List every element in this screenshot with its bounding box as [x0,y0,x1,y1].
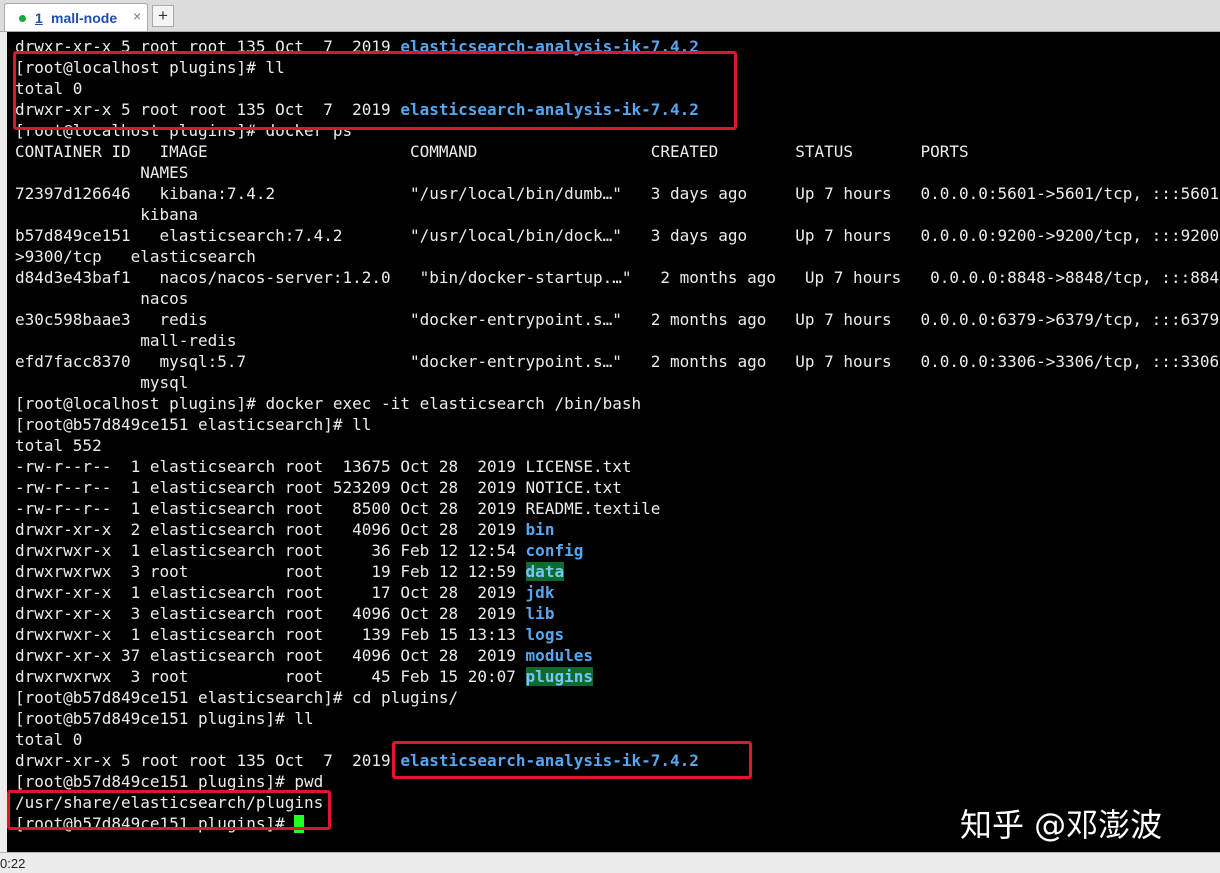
terminal-line: drwxr-xr-x 2 elasticsearch root 4096 Oct… [15,519,1220,540]
terminal-text: drwxrwxr-x 1 elasticsearch root 36 Feb 1… [15,541,526,560]
terminal-text: e30c598baae3 redis "docker-entrypoint.s…… [15,310,1220,329]
terminal-line: nacos [15,288,1220,309]
terminal-text: -rw-r--r-- 1 elasticsearch root 13675 Oc… [15,457,632,476]
watermark: 知乎 @邓澎波 [960,806,1163,844]
terminal-line: drwxr-xr-x 37 elasticsearch root 4096 Oc… [15,645,1220,666]
terminal-line: e30c598baae3 redis "docker-entrypoint.s…… [15,309,1220,330]
terminal-line: CONTAINER ID IMAGE COMMAND CREATED STATU… [15,141,1220,162]
terminal-line: -rw-r--r-- 1 elasticsearch root 8500 Oct… [15,498,1220,519]
terminal-line: >9300/tcp elasticsearch [15,246,1220,267]
tab-mall-node[interactable]: 1 mall-node × [4,3,148,31]
terminal-text: [root@b57d849ce151 elasticsearch]# cd pl… [15,688,459,707]
terminal-line: [root@b57d849ce151 elasticsearch]# cd pl… [15,687,1220,708]
terminal-text: mall-redis [15,331,237,350]
terminal-text: drwxr-xr-x 3 elasticsearch root 4096 Oct… [15,604,526,623]
terminal-line: drwxr-xr-x 3 elasticsearch root 4096 Oct… [15,603,1220,624]
terminal-line: efd7facc8370 mysql:5.7 "docker-entrypoin… [15,351,1220,372]
terminal-text: [root@localhost plugins]# docker exec -i… [15,394,642,413]
terminal-text: 72397d126646 kibana:7.4.2 "/usr/local/bi… [15,184,1220,203]
terminal-text: drwxrwxr-x 1 elasticsearch root 139 Feb … [15,625,526,644]
terminal-text: -rw-r--r-- 1 elasticsearch root 523209 O… [15,478,622,497]
directory-name: modules [525,646,593,665]
terminal-text: efd7facc8370 mysql:5.7 "docker-entrypoin… [15,352,1220,371]
terminal-line: drwxrwxr-x 1 elasticsearch root 36 Feb 1… [15,540,1220,561]
tab-number: 1 [35,10,43,26]
terminal-line: -rw-r--r-- 1 elasticsearch root 13675 Oc… [15,456,1220,477]
terminal-line: drwxrwxrwx 3 root root 45 Feb 15 20:07 p… [15,666,1220,687]
terminal-text: b57d849ce151 elasticsearch:7.4.2 "/usr/l… [15,226,1220,245]
terminal-output: drwxr-xr-x 5 root root 135 Oct 7 2019 el… [15,36,1220,834]
terminal-line: mysql [15,372,1220,393]
terminal-line: drwxrwxrwx 3 root root 19 Feb 12 12:59 d… [15,561,1220,582]
annotation-box-pwd [7,790,331,830]
tab-bar: 1 mall-node × + [0,0,1220,32]
directory-name: jdk [525,583,555,602]
terminal-line: drwxrwxr-x 1 elasticsearch root 139 Feb … [15,624,1220,645]
terminal-line: 72397d126646 kibana:7.4.2 "/usr/local/bi… [15,183,1220,204]
directory-name: logs [525,625,565,644]
tab-title: mall-node [51,10,118,26]
terminal-line: NAMES [15,162,1220,183]
terminal-line: d84d3e43baf1 nacos/nacos-server:1.2.0 "b… [15,267,1220,288]
terminal-text: drwxrwxrwx 3 root root 45 Feb 15 20:07 [15,667,526,686]
terminal-text: -rw-r--r-- 1 elasticsearch root 8500 Oct… [15,499,661,518]
terminal-text: total 552 [15,436,102,455]
add-tab-button[interactable]: + [152,5,174,27]
status-bar: 0:22 [0,852,1220,873]
terminal-line: drwxr-xr-x 1 elasticsearch root 17 Oct 2… [15,582,1220,603]
terminal-line: b57d849ce151 elasticsearch:7.4.2 "/usr/l… [15,225,1220,246]
terminal-line: total 552 [15,435,1220,456]
terminal-text: >9300/tcp elasticsearch [15,247,256,266]
terminal-text: drwxr-xr-x 1 elasticsearch root 17 Oct 2… [15,583,526,602]
terminal-screen[interactable]: drwxr-xr-x 5 root root 135 Oct 7 2019 el… [7,32,1220,852]
terminal-text: drwxr-xr-x 2 elasticsearch root 4096 Oct… [15,520,526,539]
terminal-text: drwxrwxrwx 3 root root 19 Feb 12 12:59 [15,562,526,581]
terminal-text: [root@b57d849ce151 elasticsearch]# ll [15,415,372,434]
terminal-text: CONTAINER ID IMAGE COMMAND CREATED STATU… [15,142,969,161]
terminal-text: d84d3e43baf1 nacos/nacos-server:1.2.0 "b… [15,268,1220,287]
directory-name: config [525,541,584,560]
terminal-line: -rw-r--r-- 1 elasticsearch root 523209 O… [15,477,1220,498]
annotation-box-container-ik [392,741,752,779]
terminal-line: [root@b57d849ce151 plugins]# ll [15,708,1220,729]
directory-name: bin [525,520,555,539]
terminal-text: mysql [15,373,189,392]
terminal-line: kibana [15,204,1220,225]
terminal-text: [root@b57d849ce151 plugins]# pwd [15,772,324,791]
connection-status-icon [19,15,26,22]
terminal-line: [root@localhost plugins]# docker exec -i… [15,393,1220,414]
status-time: 0:22 [0,856,26,871]
terminal-text: nacos [15,289,189,308]
directory-name: lib [525,604,555,623]
directory-name: plugins [525,667,593,686]
terminal-text: drwxr-xr-x 37 elasticsearch root 4096 Oc… [15,646,526,665]
annotation-box-host-plugins [13,51,737,130]
terminal-line: [root@b57d849ce151 elasticsearch]# ll [15,414,1220,435]
terminal-text: total 0 [15,730,83,749]
terminal-text: NAMES [15,163,189,182]
close-icon[interactable]: × [133,8,141,24]
terminal-text: [root@b57d849ce151 plugins]# ll [15,709,314,728]
terminal-text: drwxr-xr-x 5 root root 135 Oct 7 2019 [15,751,401,770]
directory-name: data [525,562,565,581]
terminal-text: kibana [15,205,199,224]
terminal-line: mall-redis [15,330,1220,351]
